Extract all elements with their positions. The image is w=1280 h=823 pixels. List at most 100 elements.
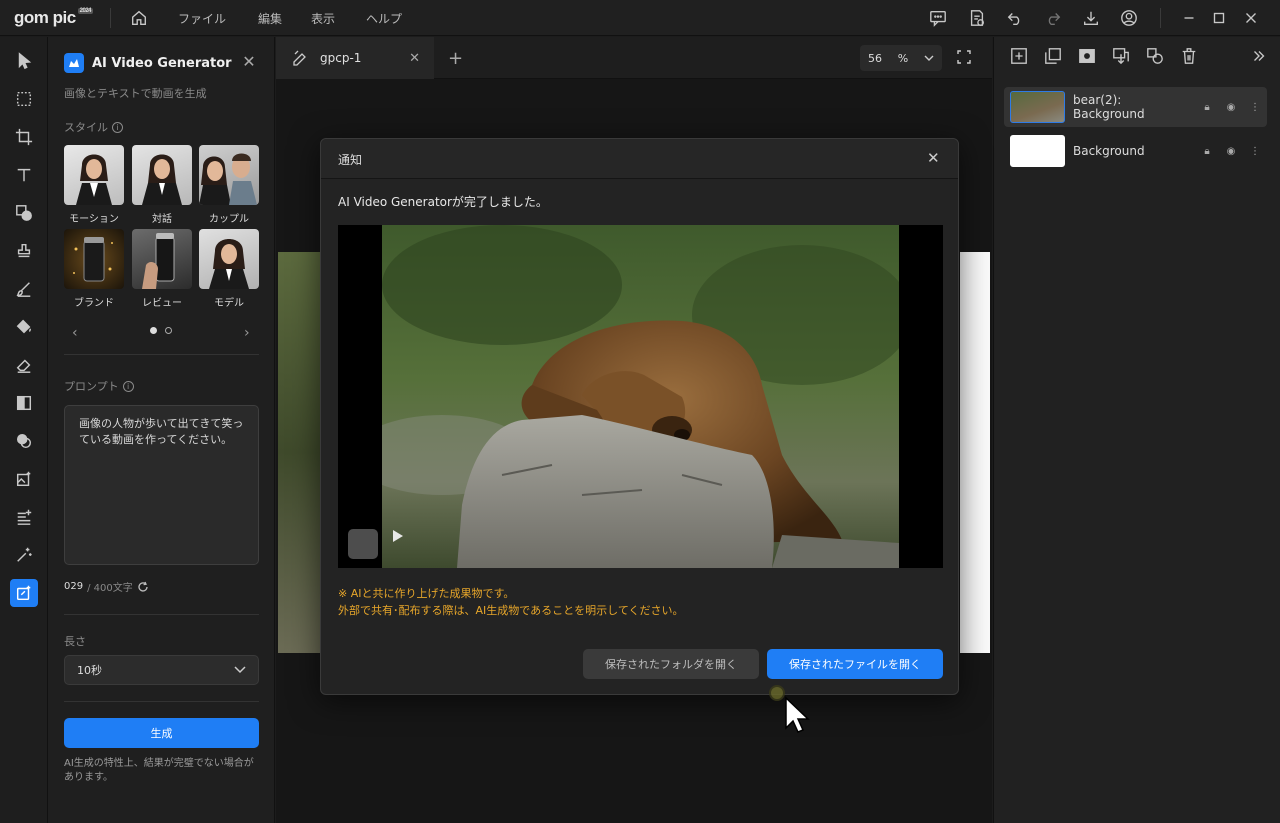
document-history-icon[interactable] (966, 7, 988, 29)
video-preview[interactable] (338, 225, 943, 568)
style-dialogue[interactable]: 対話 (132, 145, 192, 225)
menu-edit[interactable]: 編集 (258, 10, 282, 27)
menu-help[interactable]: ヘルプ (366, 10, 402, 27)
collapse-panel-icon[interactable] (1250, 47, 1270, 67)
dialog-close-icon[interactable]: ✕ (927, 149, 940, 167)
account-icon[interactable] (1118, 7, 1140, 29)
gradient-tool-icon[interactable] (10, 389, 38, 417)
divider (64, 614, 259, 615)
chevron-down-icon (924, 55, 934, 61)
feedback-icon[interactable] (927, 7, 949, 29)
delete-layer-icon[interactable] (1180, 47, 1200, 67)
document-tab[interactable]: gpcp-1 ✕ (276, 37, 434, 79)
info-icon[interactable]: i (122, 380, 134, 392)
generate-button[interactable]: 生成 (64, 718, 259, 748)
marquee-tool-icon[interactable] (10, 85, 38, 113)
ai-video-tool-icon[interactable] (10, 579, 38, 607)
stamp-tool-icon[interactable] (10, 237, 38, 265)
canvas-background[interactable] (960, 252, 990, 653)
mask-layer-icon[interactable] (1078, 47, 1098, 67)
open-file-button[interactable]: 保存されたファイルを開く (767, 649, 943, 679)
prompt-textarea[interactable]: 画像の人物が歩いて出てきて笑っている動画を作ってください。 (64, 405, 259, 565)
info-icon[interactable]: i (112, 121, 123, 133)
layer-item[interactable]: bear(2): Background 🔒︎ ◉ ⋮ (1004, 87, 1267, 127)
char-counter: 029/ 400文字 (64, 579, 149, 594)
magic-wand-tool-icon[interactable] (10, 541, 38, 569)
divider (64, 354, 259, 355)
carousel-prev-icon[interactable]: ‹ (72, 325, 78, 341)
text-ai-tool-icon[interactable] (10, 503, 38, 531)
dialog-header: 通知 ✕ (321, 139, 958, 179)
play-icon (393, 530, 403, 542)
download-icon[interactable] (1080, 7, 1102, 29)
prompt-label: プロンプト i (64, 378, 134, 394)
style-motion[interactable]: モーション (64, 145, 124, 225)
close-tab-icon[interactable]: ✕ (409, 51, 420, 66)
tools-sidebar (0, 37, 48, 823)
panel-subtitle: 画像とテキストで動画を生成 (64, 87, 207, 100)
blend-tool-icon[interactable] (10, 427, 38, 455)
canvas-image[interactable] (278, 252, 322, 653)
style-brand[interactable]: ブランド (64, 229, 124, 309)
ai-warning: ※ AIと共に作り上げた成果物です。 外部で共有･配布する際は、AI生成物である… (338, 587, 684, 617)
crop-tool-icon[interactable] (10, 123, 38, 151)
open-folder-button[interactable]: 保存されたフォルダを開く (583, 649, 759, 679)
visibility-eye-icon[interactable]: ◉ (1219, 102, 1243, 113)
chevron-down-icon (234, 666, 246, 674)
panel-title: AI Video Generator (64, 53, 232, 73)
add-layer-icon[interactable] (1010, 47, 1030, 67)
eraser-tool-icon[interactable] (10, 351, 38, 379)
divider (64, 701, 259, 702)
play-button[interactable] (348, 529, 403, 559)
select-tool-icon[interactable] (10, 47, 38, 75)
layer-name: bear(2): Background (1073, 93, 1145, 121)
style-caption: モーション (69, 214, 119, 225)
close-window-icon[interactable] (1240, 7, 1262, 29)
menubar: gom pic 2024 ファイル 編集 表示 ヘルプ (0, 0, 1280, 36)
redo-icon[interactable] (1042, 7, 1064, 29)
layer-item[interactable]: Background 🔒︎ ◉ ⋮ (1004, 131, 1267, 171)
panel-close-icon[interactable]: ✕ (240, 53, 258, 71)
style-caption: レビュー (142, 298, 182, 309)
app-window: gom pic 2024 ファイル 編集 表示 ヘルプ AI Video Gen… (0, 0, 1280, 823)
carousel-dot[interactable] (150, 327, 157, 334)
carousel-dot[interactable] (165, 327, 172, 334)
brush-tool-icon[interactable] (10, 275, 38, 303)
fit-screen-icon[interactable] (956, 49, 972, 65)
shape-tool-icon[interactable] (10, 199, 38, 227)
undo-icon[interactable] (1004, 7, 1026, 29)
image-ai-tool-icon[interactable] (10, 465, 38, 493)
maximize-icon[interactable] (1208, 7, 1230, 29)
menu-file[interactable]: ファイル (178, 10, 226, 27)
menu-view[interactable]: 表示 (311, 10, 335, 27)
length-select[interactable]: 10秒 (64, 655, 259, 685)
style-model[interactable]: モデル (199, 229, 259, 309)
home-icon[interactable] (128, 7, 150, 29)
more-options-icon[interactable]: ⋮ (1243, 102, 1267, 113)
dialog-title: 通知 (338, 153, 363, 167)
dialog-message: AI Video Generatorが完了しました。 (338, 195, 548, 209)
ai-note: AI生成の特性上、結果が完璧でない場合があります。 (64, 758, 254, 783)
text-tool-icon[interactable] (10, 161, 38, 189)
document-tabbar: gpcp-1 ✕ + 56% (276, 37, 992, 79)
duplicate-layer-icon[interactable] (1044, 47, 1064, 67)
video-frame (382, 225, 899, 568)
group-layer-icon[interactable] (1146, 47, 1166, 67)
lock-icon[interactable]: 🔒︎ (1195, 102, 1219, 113)
carousel-next-icon[interactable]: › (244, 325, 250, 341)
add-tab-icon[interactable]: + (448, 48, 463, 69)
style-review[interactable]: レビュー (132, 229, 192, 309)
style-couple[interactable]: カップル (199, 145, 259, 225)
mouse-cursor-icon (769, 685, 810, 733)
merge-layer-icon[interactable] (1112, 47, 1132, 67)
carousel-dots (150, 327, 172, 334)
lock-icon[interactable]: 🔒︎ (1195, 146, 1219, 157)
minimize-icon[interactable] (1178, 7, 1200, 29)
notification-dialog: 通知 ✕ AI Video Generatorが完了しました。 ※ AIと共に作… (320, 138, 959, 695)
length-label: 長さ (64, 635, 86, 648)
fill-tool-icon[interactable] (10, 313, 38, 341)
visibility-eye-icon[interactable]: ◉ (1219, 146, 1243, 157)
zoom-select[interactable]: 56% (860, 45, 942, 71)
reset-icon[interactable] (137, 581, 149, 593)
more-options-icon[interactable]: ⋮ (1243, 146, 1267, 157)
